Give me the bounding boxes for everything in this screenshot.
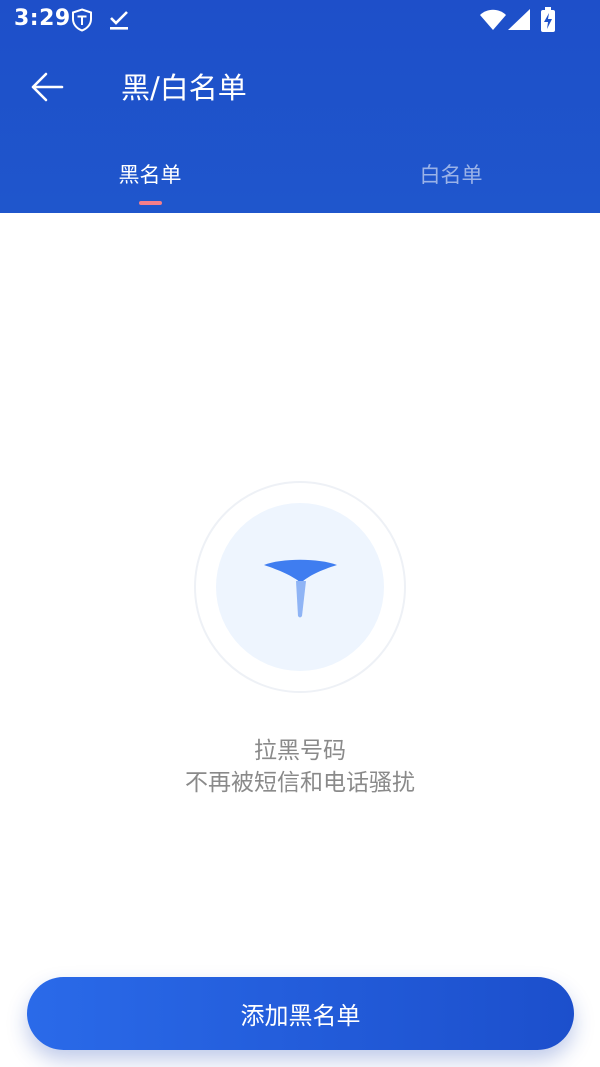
checkmark-icon [108, 9, 130, 35]
empty-state-subtitle: 不再被短信和电话骚扰 [185, 770, 415, 796]
wifi-icon [480, 9, 506, 35]
tab-blacklist[interactable]: 黑名单 [70, 158, 230, 192]
add-blacklist-button[interactable]: 添加黑名单 [27, 977, 574, 1050]
status-bar: 3:29 [0, 0, 600, 40]
signal-icon [508, 9, 530, 35]
tab-whitelist[interactable]: 白名单 [371, 158, 531, 192]
battery-charging-icon [540, 7, 556, 37]
arrow-left-icon [30, 72, 64, 106]
back-button[interactable] [24, 66, 70, 112]
blacklist-pin-icon [193, 480, 407, 694]
app-header: 3:29 黑/白名单 黑名单 白名单 [0, 0, 600, 213]
status-time: 3:29 [14, 6, 71, 31]
page-title: 黑/白名单 [121, 71, 247, 105]
shield-icon [70, 8, 94, 36]
empty-state-title: 拉黑号码 [254, 738, 346, 764]
active-tab-indicator [139, 201, 162, 205]
